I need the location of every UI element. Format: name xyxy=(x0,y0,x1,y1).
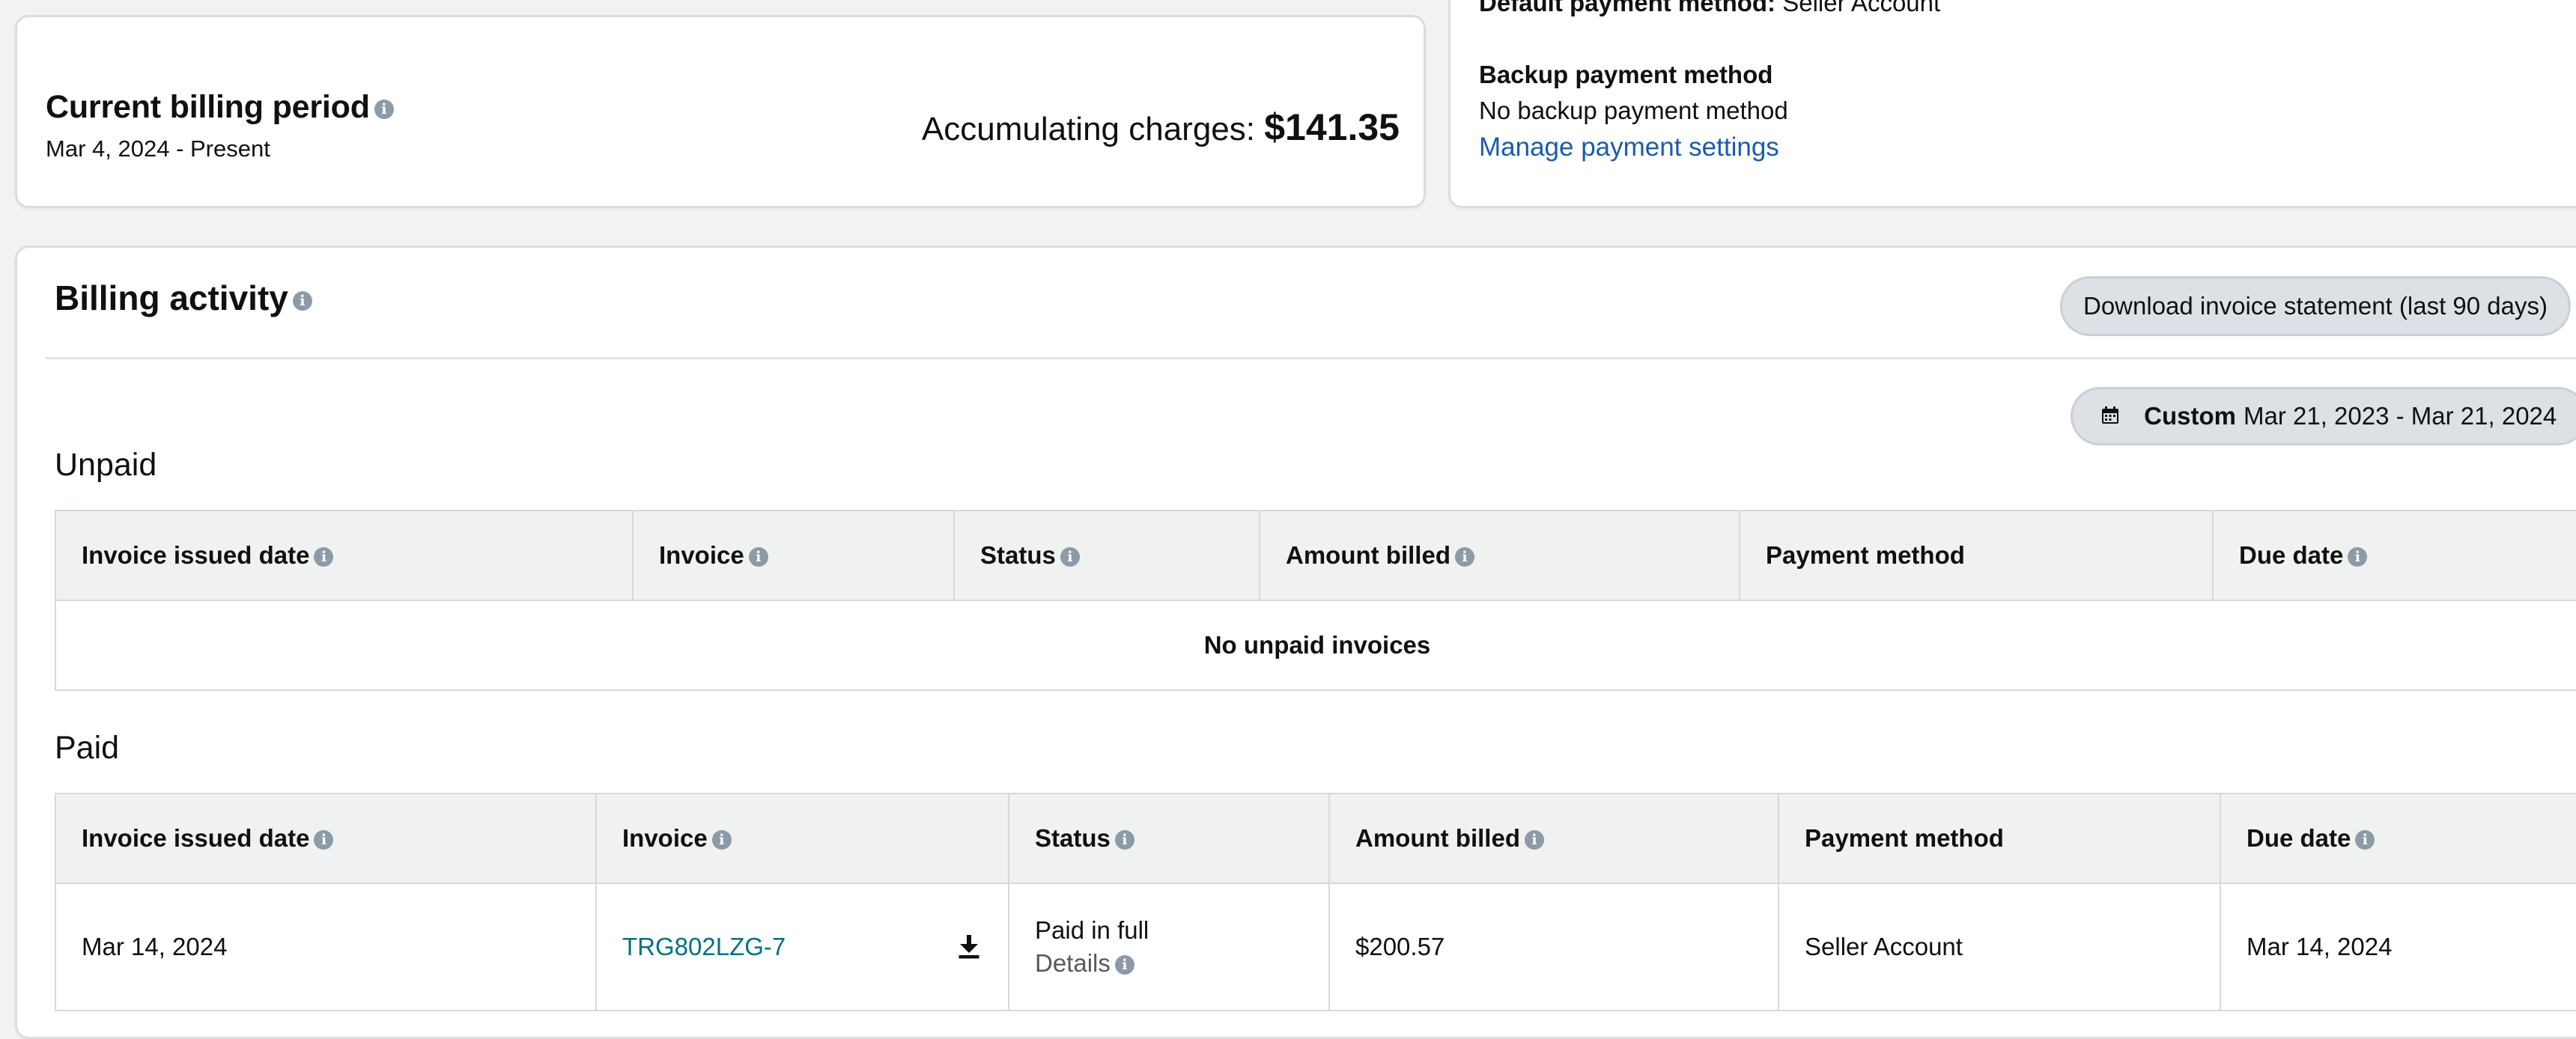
column-header-label: Due date xyxy=(2239,541,2344,569)
paid-section-title: Paid xyxy=(55,730,120,766)
column-header-invoice: Invoice xyxy=(632,510,955,601)
billing-period-title: Current billing period xyxy=(46,89,394,126)
accumulating-charges-label: Accumulating charges: xyxy=(921,111,1256,147)
column-header-label: Amount billed xyxy=(1286,541,1450,569)
column-header-label: Amount billed xyxy=(1355,824,1520,852)
info-icon[interactable] xyxy=(1524,830,1544,850)
unpaid-invoices-table: Invoice issued date Invoice Status Amoun… xyxy=(55,510,2576,691)
info-icon[interactable] xyxy=(374,99,394,119)
billing-activity-title-text: Billing activity xyxy=(55,278,288,317)
column-header-payment-method: Payment method xyxy=(1778,793,2221,884)
info-icon[interactable] xyxy=(314,830,334,850)
billing-period-title-text: Current billing period xyxy=(46,89,370,125)
column-header-label: Invoice xyxy=(659,541,744,569)
table-row: Mar 14, 2024 TRG802LZG-7 Paid in full De… xyxy=(55,883,2576,1011)
column-header-label: Invoice xyxy=(622,824,708,852)
billing-activity-card: Billing activity Download invoice statem… xyxy=(15,246,2576,1039)
table-header-row: Invoice issued date Invoice Status Amoun… xyxy=(55,793,2576,884)
paid-invoices-table: Invoice issued date Invoice Status Amoun… xyxy=(55,793,2576,1011)
info-icon[interactable] xyxy=(748,547,768,567)
column-header-label: Due date xyxy=(2247,824,2351,852)
accumulating-charges-amount: $141.35 xyxy=(1264,106,1400,148)
column-header-amount-billed: Amount billed xyxy=(1259,510,1740,601)
cell-payment-method: Seller Account xyxy=(1778,883,2221,1011)
info-icon[interactable] xyxy=(1114,955,1134,975)
backup-payment-value: No backup payment method xyxy=(1479,97,1788,124)
info-icon[interactable] xyxy=(292,290,312,311)
default-payment-label: Default payment method: xyxy=(1479,0,1776,16)
column-header-label: Invoice issued date xyxy=(82,541,310,569)
download-icon[interactable] xyxy=(956,933,982,960)
column-header-status: Status xyxy=(1008,793,1330,884)
status-details-label: Details xyxy=(1035,949,1111,977)
cell-invoice: TRG802LZG-7 xyxy=(595,883,1009,1011)
cell-due-date: Mar 14, 2024 xyxy=(2220,883,2576,1011)
column-header-payment-method: Payment method xyxy=(1739,510,2214,601)
info-icon[interactable] xyxy=(1454,547,1474,567)
column-header-label: Status xyxy=(1035,824,1111,852)
table-row: No unpaid invoices xyxy=(55,600,2576,691)
column-header-label: Payment method xyxy=(1805,824,2004,852)
date-filter-mode: Custom xyxy=(2144,402,2237,430)
column-header-label: Invoice issued date xyxy=(82,824,310,852)
info-icon[interactable] xyxy=(711,830,732,850)
column-header-label: Status xyxy=(980,541,1056,569)
billing-activity-title: Billing activity xyxy=(55,278,312,318)
info-icon[interactable] xyxy=(1060,547,1080,567)
info-icon[interactable] xyxy=(314,547,334,567)
calendar-icon xyxy=(2102,406,2118,424)
column-header-due-date: Due date xyxy=(2212,510,2576,601)
payment-method-card: Default payment method: Seller Account B… xyxy=(1448,0,2576,208)
column-header-issued-date: Invoice issued date xyxy=(55,510,634,601)
manage-payment-settings-link[interactable]: Manage payment settings xyxy=(1479,132,1779,162)
column-header-issued-date: Invoice issued date xyxy=(55,793,597,884)
cell-status: Paid in full Details xyxy=(1008,883,1330,1011)
info-icon[interactable] xyxy=(1114,830,1134,850)
billing-period-range: Mar 4, 2024 - Present xyxy=(46,135,270,162)
status-details-link[interactable]: Details xyxy=(1035,949,1328,978)
billing-period-card: Current billing period Mar 4, 2024 - Pre… xyxy=(15,15,1426,208)
accumulating-charges: Accumulating charges: $141.35 xyxy=(922,106,1400,149)
column-header-due-date: Due date xyxy=(2220,793,2576,884)
column-header-status: Status xyxy=(953,510,1260,601)
status-text: Paid in full xyxy=(1035,916,1149,944)
column-header-amount-billed: Amount billed xyxy=(1328,793,1779,884)
date-range-filter-button[interactable]: Custom Mar 21, 2023 - Mar 21, 2024 xyxy=(2071,387,2576,445)
info-icon[interactable] xyxy=(2348,547,2368,567)
info-icon[interactable] xyxy=(2355,830,2375,850)
table-header-row: Invoice issued date Invoice Status Amoun… xyxy=(55,510,2576,601)
invoice-link[interactable]: TRG802LZG-7 xyxy=(622,933,786,960)
default-payment-method: Default payment method: Seller Account xyxy=(1479,0,1940,17)
backup-payment-label: Backup payment method xyxy=(1479,61,1773,88)
cell-issued-date: Mar 14, 2024 xyxy=(55,883,597,1011)
column-header-invoice: Invoice xyxy=(595,793,1009,884)
unpaid-section-title: Unpaid xyxy=(55,447,157,483)
divider xyxy=(46,357,2576,359)
column-header-label: Payment method xyxy=(1766,541,1965,569)
default-payment-value: Seller Account xyxy=(1782,0,1941,16)
date-filter-range: Mar 21, 2023 - Mar 21, 2024 xyxy=(2244,402,2557,430)
download-invoice-statement-button[interactable]: Download invoice statement (last 90 days… xyxy=(2060,276,2571,336)
cell-amount-billed: $200.57 xyxy=(1328,883,1779,1011)
no-unpaid-invoices-message: No unpaid invoices xyxy=(55,600,2576,691)
